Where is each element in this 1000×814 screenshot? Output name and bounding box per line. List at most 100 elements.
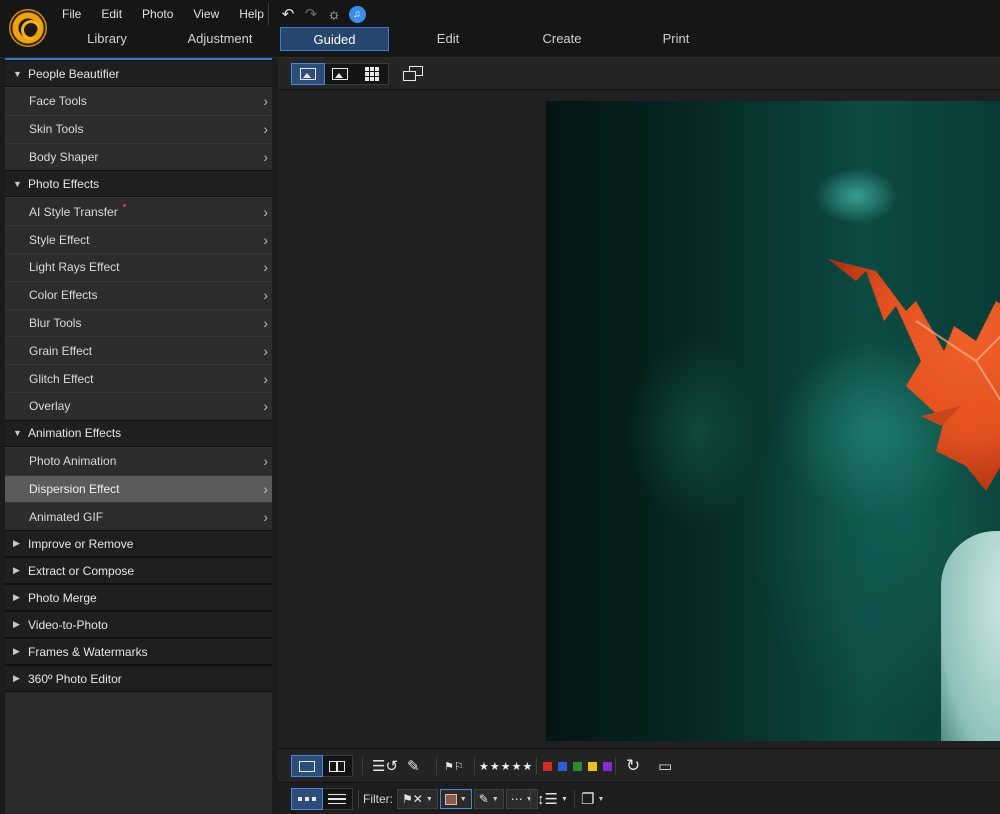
- section-360-photo-editor[interactable]: ▶ 360º Photo Editor: [5, 665, 272, 693]
- sidebar-item-glitch-effect[interactable]: Glitch Effect ›: [5, 364, 272, 392]
- color-label-blue[interactable]: [558, 761, 567, 771]
- sidebar-item-grain-effect[interactable]: Grain Effect ›: [5, 336, 272, 365]
- section-label: Improve or Remove: [28, 536, 134, 551]
- undo-icon[interactable]: ↶: [277, 4, 299, 24]
- view-mode-group: [291, 63, 389, 85]
- single-layout-button[interactable]: [291, 755, 323, 777]
- color-filter-icon: [444, 793, 457, 805]
- section-photo-merge[interactable]: ▶ Photo Merge: [5, 584, 272, 612]
- section-label: Photo Effects: [28, 176, 100, 191]
- edit-brush-button[interactable]: ✎: [407, 755, 420, 777]
- menu-view[interactable]: View: [183, 6, 229, 22]
- chevron-right-icon: ›: [263, 342, 268, 359]
- section-photo-effects[interactable]: ▼ Photo Effects: [5, 170, 272, 198]
- rating-stars[interactable]: ★★★★★: [479, 755, 533, 777]
- section-improve-or-remove[interactable]: ▶ Improve or Remove: [5, 530, 272, 558]
- tab-edit[interactable]: Edit: [393, 27, 503, 51]
- filter-label: Filter:: [363, 788, 393, 810]
- sidebar-item-skin-tools[interactable]: Skin Tools ›: [5, 114, 272, 143]
- tab-adjustment[interactable]: Adjustment: [165, 27, 275, 51]
- sort-button[interactable]: ↕☰ ▼: [537, 788, 568, 810]
- grid-icon: [365, 67, 379, 81]
- color-label-red[interactable]: [543, 761, 552, 771]
- color-filter-dropdown[interactable]: ▼: [439, 789, 472, 809]
- section-label: Extract or Compose: [28, 563, 135, 578]
- new-badge-dot: [122, 204, 126, 208]
- app-logo-icon[interactable]: [9, 9, 47, 47]
- sidebar-item-body-shaper[interactable]: Body Shaper ›: [5, 142, 272, 171]
- sidebar-item-photo-animation[interactable]: Photo Animation ›: [5, 446, 272, 475]
- chevron-right-icon: ›: [263, 314, 268, 331]
- hand-image: [941, 531, 1000, 741]
- sidebar-item-label: Animated GIF: [29, 509, 104, 524]
- color-label-yellow[interactable]: [588, 761, 597, 771]
- grid-view-button[interactable]: [356, 64, 388, 84]
- color-label-purple[interactable]: [603, 761, 612, 771]
- image-fit-icon: [332, 68, 348, 80]
- menu-bar: File Edit Photo View Help: [52, 6, 274, 22]
- sort-icon: ↕☰: [537, 791, 558, 808]
- section-animation-effects[interactable]: ▼ Animation Effects: [5, 419, 272, 447]
- caret-down-icon: ▼: [425, 795, 433, 803]
- expand-triangle-icon: ▶: [13, 538, 20, 549]
- rotate-button[interactable]: ↻: [626, 755, 640, 777]
- more-filter-dropdown[interactable]: ⋯▼: [505, 789, 538, 809]
- menu-file[interactable]: File: [52, 6, 91, 22]
- chevron-right-icon: ›: [263, 398, 268, 415]
- sidebar-item-animated-gif[interactable]: Animated GIF ›: [5, 502, 272, 531]
- flag-button[interactable]: ⚑⚐: [444, 755, 464, 777]
- stack-button[interactable]: ☰↺: [372, 755, 398, 777]
- tab-library[interactable]: Library: [52, 27, 162, 51]
- thumbnail-mode-group: [291, 788, 353, 810]
- stack-icon: ❐: [581, 791, 595, 808]
- caret-down-icon: ▼: [560, 795, 568, 803]
- tab-guided[interactable]: Guided: [280, 27, 389, 51]
- sidebar-item-ai-style-transfer[interactable]: AI Style Transfer ›: [5, 197, 272, 226]
- settings-icon[interactable]: ☼: [323, 4, 345, 24]
- tab-create[interactable]: Create: [507, 27, 617, 51]
- section-frames-watermarks[interactable]: ▶ Frames & Watermarks: [5, 638, 272, 666]
- photo-canvas: [278, 91, 1000, 748]
- redo-icon[interactable]: ↷: [300, 4, 322, 24]
- list-view-button[interactable]: [322, 789, 352, 809]
- chevron-right-icon: ›: [263, 453, 268, 470]
- sidebar-item-label: Glitch Effect: [29, 371, 94, 386]
- split-layout-button[interactable]: [322, 756, 352, 776]
- fit-view-button[interactable]: [324, 64, 356, 84]
- thumbnail-view-button[interactable]: [291, 788, 323, 810]
- expand-triangle-icon: ▼: [13, 428, 22, 439]
- sidebar-item-label: Overlay: [29, 399, 71, 414]
- sidebar-item-label: Dispersion Effect: [29, 481, 120, 496]
- section-label: Photo Merge: [28, 590, 97, 605]
- sidebar-item-color-effects[interactable]: Color Effects ›: [5, 280, 272, 309]
- sidebar-item-light-rays-effect[interactable]: Light Rays Effect ›: [5, 252, 272, 281]
- sidebar-item-dispersion-effect[interactable]: Dispersion Effect ›: [5, 474, 272, 503]
- filter-label-text: Filter:: [363, 792, 393, 806]
- single-photo-view-button[interactable]: [291, 63, 325, 85]
- sidebar-item-label: Style Effect: [29, 232, 90, 247]
- stack-options-button[interactable]: ❐ ▼: [581, 788, 604, 810]
- chevron-right-icon: ›: [263, 370, 268, 387]
- photo-preview[interactable]: [546, 101, 1000, 741]
- menu-photo[interactable]: Photo: [132, 6, 183, 22]
- section-people-beautifier[interactable]: ▼ People Beautifier: [5, 60, 272, 87]
- sidebar-item-label: Light Rays Effect: [29, 260, 120, 275]
- sidebar-item-face-tools[interactable]: Face Tools ›: [5, 87, 272, 115]
- compare-view-icon[interactable]: [403, 66, 425, 82]
- menu-edit[interactable]: Edit: [91, 6, 132, 22]
- section-label: 360º Photo Editor: [28, 671, 122, 686]
- sidebar-item-style-effect[interactable]: Style Effect ›: [5, 225, 272, 253]
- sidebar-item-blur-tools[interactable]: Blur Tools ›: [5, 308, 272, 337]
- section-video-to-photo[interactable]: ▶ Video-to-Photo: [5, 611, 272, 639]
- section-extract-or-compose[interactable]: ▶ Extract or Compose: [5, 557, 272, 585]
- tab-print[interactable]: Print: [621, 27, 731, 51]
- sidebar-item-overlay[interactable]: Overlay ›: [5, 391, 272, 420]
- notification-button[interactable]: ♫: [346, 4, 368, 24]
- chevron-right-icon: ›: [263, 480, 268, 497]
- expand-triangle-icon: ▼: [13, 178, 22, 189]
- image-icon: [300, 68, 316, 80]
- color-label-green[interactable]: [573, 761, 582, 771]
- edit-filter-dropdown[interactable]: ✎ ▼: [473, 789, 504, 809]
- slideshow-button[interactable]: ▭: [658, 755, 672, 777]
- flag-filter-dropdown[interactable]: ⚑✕ ▼: [397, 789, 438, 809]
